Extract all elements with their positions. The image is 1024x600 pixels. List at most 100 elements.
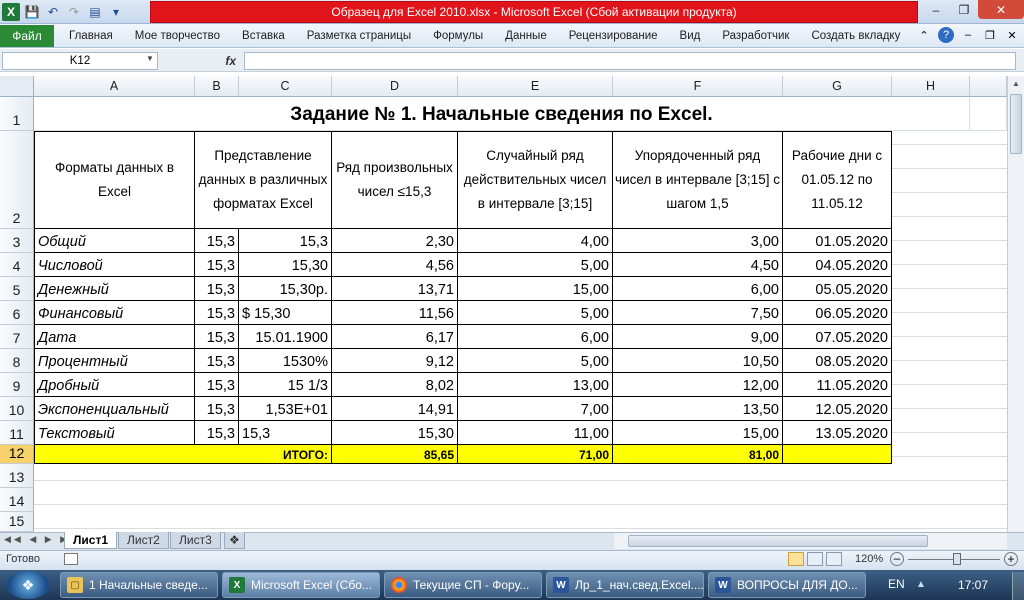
- taskbar-item-word-1[interactable]: W Лр_1_нач.свед.Excel....: [546, 572, 704, 598]
- header-representation[interactable]: Представление данных в различных формата…: [195, 131, 332, 229]
- tab-file[interactable]: Файл: [0, 24, 54, 47]
- cell-b[interactable]: 15,3: [195, 325, 239, 349]
- clock[interactable]: 17:07: [958, 578, 988, 592]
- undo-icon[interactable]: ↶: [44, 3, 62, 21]
- column-header-a[interactable]: A: [34, 76, 195, 97]
- zoom-out-icon[interactable]: –: [890, 552, 904, 566]
- cell-c[interactable]: 1530%: [239, 349, 332, 373]
- minimize-icon[interactable]: –: [922, 0, 950, 19]
- cell-f[interactable]: 10,50: [613, 349, 783, 373]
- insert-function-button[interactable]: fx: [160, 52, 242, 70]
- column-header-e[interactable]: E: [458, 76, 613, 97]
- form-icon[interactable]: ▤: [86, 3, 104, 21]
- cell-f[interactable]: 13,50: [613, 397, 783, 421]
- cell-d[interactable]: 2,30: [332, 229, 458, 253]
- cell-a[interactable]: Финансовый: [34, 301, 195, 325]
- cell-a[interactable]: Дробный: [34, 373, 195, 397]
- cell-b[interactable]: 15,3: [195, 373, 239, 397]
- cell-g[interactable]: 12.05.2020: [783, 397, 892, 421]
- cell-b[interactable]: 15,3: [195, 229, 239, 253]
- column-header-g[interactable]: G: [783, 76, 892, 97]
- cell-a[interactable]: Денежный: [34, 277, 195, 301]
- page-break-view-icon[interactable]: [826, 552, 842, 566]
- row-header[interactable]: 14: [0, 488, 34, 512]
- cell-b[interactable]: 15,3: [195, 253, 239, 277]
- customize-qat-icon[interactable]: ▾: [107, 3, 125, 21]
- formula-input[interactable]: [244, 52, 1016, 70]
- language-indicator[interactable]: EN: [888, 577, 905, 591]
- sheet-tab-3[interactable]: Лист3: [170, 532, 221, 549]
- cell-f[interactable]: 15,00: [613, 421, 783, 445]
- vertical-scroll-thumb[interactable]: [1010, 94, 1022, 154]
- help-icon[interactable]: ?: [938, 27, 954, 43]
- cell-a[interactable]: Дата: [34, 325, 195, 349]
- column-header-d[interactable]: D: [332, 76, 458, 97]
- cell-b[interactable]: 15,3: [195, 397, 239, 421]
- cell-b[interactable]: 15,3: [195, 277, 239, 301]
- cell-e[interactable]: 5,00: [458, 349, 613, 373]
- cell-c[interactable]: 15.01.1900: [239, 325, 332, 349]
- cell-b[interactable]: 15,3: [195, 421, 239, 445]
- row-header[interactable]: 11: [0, 421, 34, 445]
- row-header[interactable]: 15: [0, 512, 34, 532]
- cell-f[interactable]: 9,00: [613, 325, 783, 349]
- doc-minimize-icon[interactable]: –: [960, 27, 976, 43]
- cell-d[interactable]: 11,56: [332, 301, 458, 325]
- total-g[interactable]: [783, 445, 892, 464]
- cell-a[interactable]: Экспоненциальный: [34, 397, 195, 421]
- tab-formulas[interactable]: Формулы: [422, 25, 494, 47]
- tab-developer[interactable]: Разработчик: [711, 25, 800, 47]
- cell-c[interactable]: 15,3: [239, 229, 332, 253]
- vertical-scrollbar[interactable]: ▲: [1007, 76, 1024, 532]
- tab-page-layout[interactable]: Разметка страницы: [296, 25, 422, 47]
- cell-f[interactable]: 7,50: [613, 301, 783, 325]
- redo-icon[interactable]: ↷: [65, 3, 83, 21]
- cell-a[interactable]: Общий: [34, 229, 195, 253]
- cell-f[interactable]: 6,00: [613, 277, 783, 301]
- zoom-in-icon[interactable]: +: [1004, 552, 1018, 566]
- restore-icon[interactable]: ❐: [950, 0, 978, 19]
- total-d[interactable]: 85,65: [332, 445, 458, 464]
- cell-e[interactable]: 13,00: [458, 373, 613, 397]
- start-button-icon[interactable]: ❖: [6, 571, 50, 599]
- cell-g[interactable]: 13.05.2020: [783, 421, 892, 445]
- cell-c[interactable]: 15,30р.: [239, 277, 332, 301]
- cell-g[interactable]: 06.05.2020: [783, 301, 892, 325]
- tab-data[interactable]: Данные: [494, 25, 558, 47]
- close-icon[interactable]: ✕: [978, 0, 1024, 19]
- header-random-numbers[interactable]: Случайный ряд действительных чисел в инт…: [458, 131, 613, 229]
- taskbar-item-excel[interactable]: X Microsoft Excel (Сбо...: [222, 572, 380, 598]
- normal-view-icon[interactable]: [788, 552, 804, 566]
- tab-my-creativity[interactable]: Мое творчество: [124, 25, 231, 47]
- column-header-f[interactable]: F: [613, 76, 783, 97]
- taskbar-item-browser[interactable]: Текущие СП - Фору...: [384, 572, 542, 598]
- cell-e[interactable]: 5,00: [458, 301, 613, 325]
- sheet-tab-2[interactable]: Лист2: [118, 532, 169, 549]
- row-header[interactable]: 1: [0, 97, 34, 131]
- cell-g[interactable]: 04.05.2020: [783, 253, 892, 277]
- horizontal-scrollbar[interactable]: [614, 533, 1007, 549]
- cell-g[interactable]: 08.05.2020: [783, 349, 892, 373]
- scroll-up-icon[interactable]: ▲: [1008, 76, 1024, 92]
- taskbar-item-folder[interactable]: ▢ 1 Начальные сведе...: [60, 572, 218, 598]
- tab-create[interactable]: Создать вкладку: [800, 25, 911, 47]
- cell-e[interactable]: 6,00: [458, 325, 613, 349]
- cell-e[interactable]: 5,00: [458, 253, 613, 277]
- page-layout-view-icon[interactable]: [807, 552, 823, 566]
- cell-f[interactable]: 3,00: [613, 229, 783, 253]
- cell-c[interactable]: $ 15,30: [239, 301, 332, 325]
- cell-d[interactable]: 13,71: [332, 277, 458, 301]
- horizontal-scroll-thumb[interactable]: [628, 535, 928, 547]
- cell-a[interactable]: Текстовый: [34, 421, 195, 445]
- row-header[interactable]: 13: [0, 464, 34, 488]
- cell-d[interactable]: 6,17: [332, 325, 458, 349]
- cell-g[interactable]: 11.05.2020: [783, 373, 892, 397]
- taskbar-item-word-2[interactable]: W ВОПРОСЫ ДЛЯ ДО...: [708, 572, 866, 598]
- cell-e[interactable]: 4,00: [458, 229, 613, 253]
- zoom-slider-thumb[interactable]: [953, 553, 961, 565]
- total-e[interactable]: 71,00: [458, 445, 613, 464]
- select-all-corner[interactable]: [0, 76, 34, 97]
- zoom-level[interactable]: 120%: [855, 553, 883, 565]
- column-header-b[interactable]: B: [195, 76, 239, 97]
- cell-c[interactable]: 15,3: [239, 421, 332, 445]
